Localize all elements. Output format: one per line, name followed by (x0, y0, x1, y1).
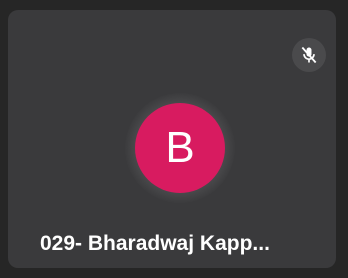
avatar-initial: B (165, 123, 195, 172)
avatar: B (135, 103, 225, 193)
participant-tile[interactable]: B 029- Bharadwaj Kapp... (8, 10, 336, 268)
avatar-container: B (125, 93, 235, 203)
mic-off-icon (292, 38, 326, 72)
video-grid-frame: B 029- Bharadwaj Kapp... (0, 0, 348, 278)
participant-name: 029- Bharadwaj Kapp... (40, 232, 270, 255)
mic-off-icon-glyph (301, 46, 317, 64)
